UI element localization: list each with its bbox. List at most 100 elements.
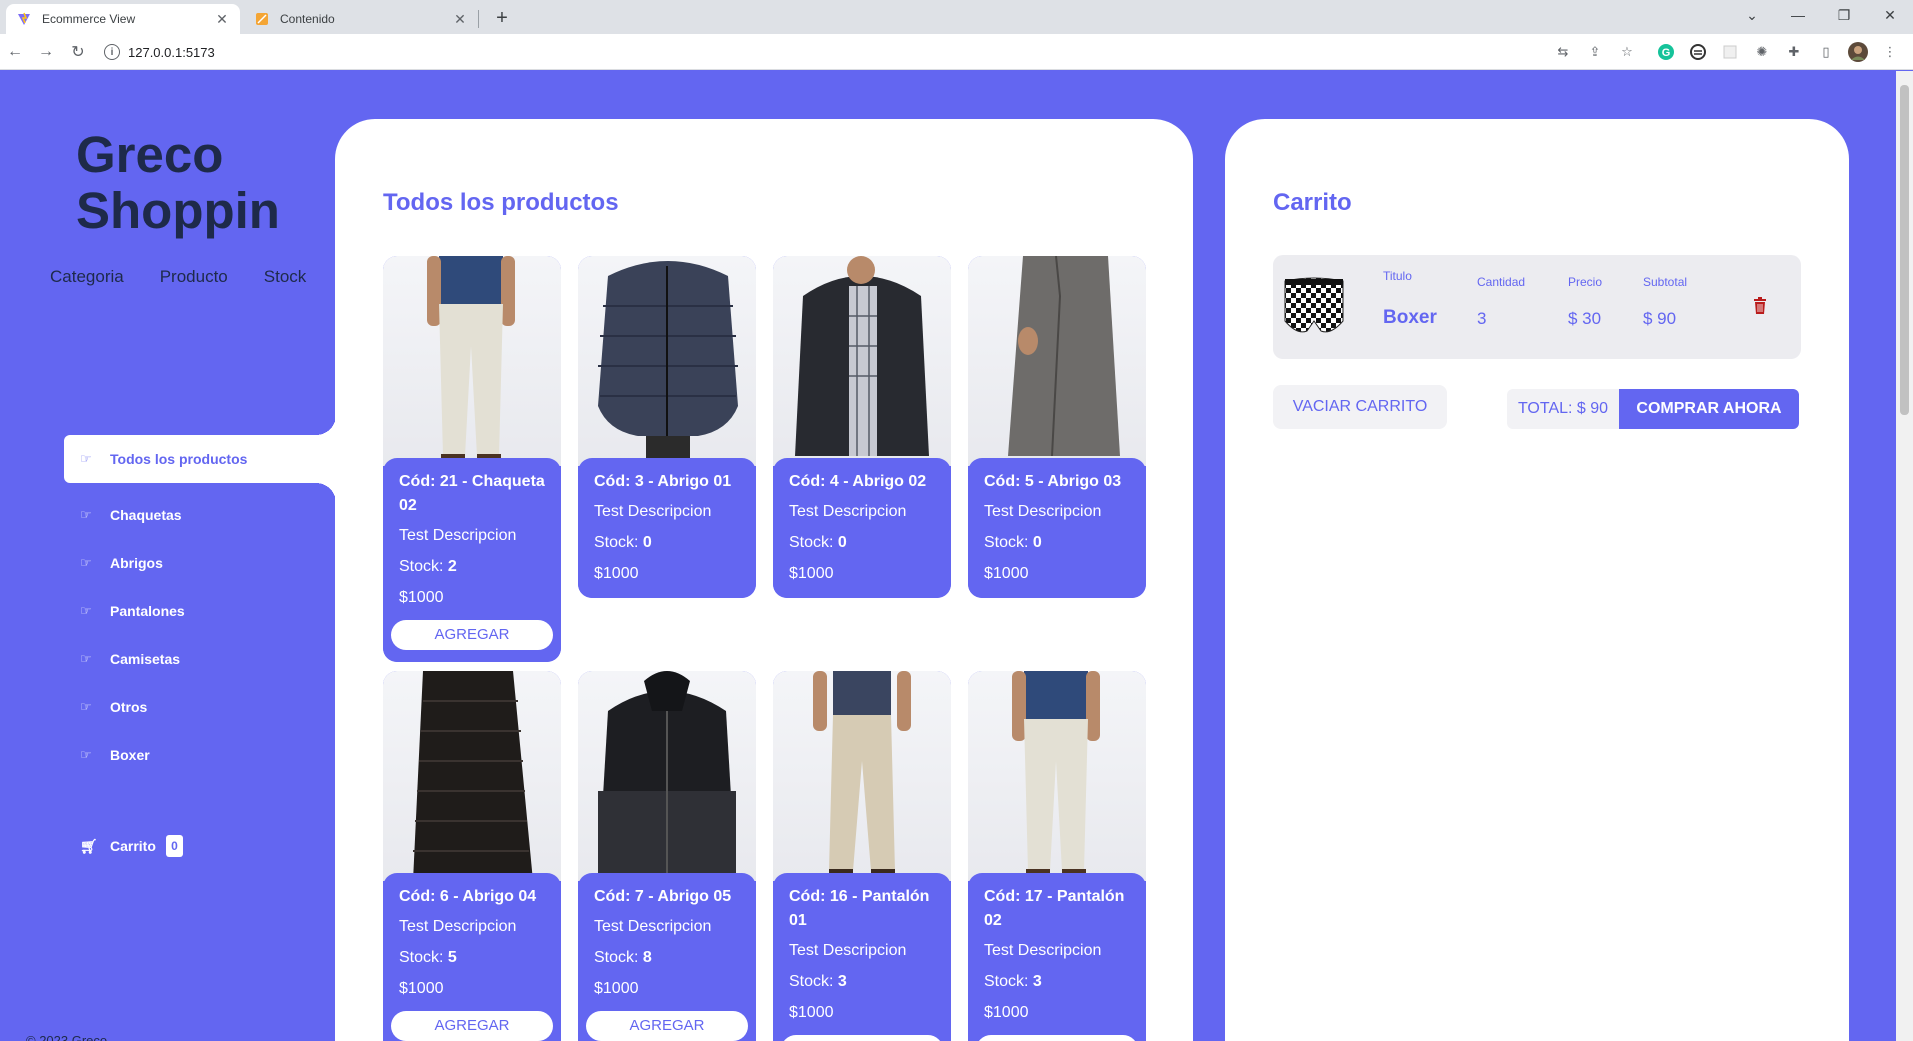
product-info: Cód: 21 - Chaqueta 02 Test Descripcion S… (383, 458, 561, 662)
extensions-puzzle-icon[interactable]: ✚ (1784, 42, 1804, 62)
product-description: Test Descripcion (789, 503, 907, 520)
nav-stock[interactable]: Stock (264, 267, 307, 287)
product-code: Cód: 4 - Abrigo 02 (789, 473, 927, 490)
add-to-cart-button[interactable]: AGREGAR (391, 1011, 553, 1041)
product-image (968, 256, 1146, 466)
product-description: Test Descripcion (594, 503, 712, 520)
close-tab-icon[interactable]: ✕ (214, 11, 230, 28)
product-description: Test Descripcion (399, 918, 517, 935)
cart-item-row: Titulo Boxer Cantidad 3 Precio $ 30 Subt… (1273, 255, 1801, 359)
extension-icon[interactable] (1688, 42, 1708, 62)
restore-icon[interactable]: ❐ (1821, 0, 1867, 30)
product-image (383, 256, 561, 466)
pointing-hand-icon: ☞ (80, 651, 92, 666)
footer-copyright: © 2023 Greco (26, 1033, 108, 1041)
page-scrollbar[interactable] (1896, 71, 1913, 1041)
product-description: Test Descripcion (399, 527, 517, 544)
url-text: 127.0.0.1:5173 (128, 44, 215, 60)
back-icon[interactable]: ← (3, 40, 27, 64)
cart-item-image (1284, 277, 1344, 333)
sidebar-item-pantalones[interactable]: ☞ Pantalones (64, 587, 334, 635)
sidebar-item-otros[interactable]: ☞ Otros (64, 683, 334, 731)
products-panel: Todos los productos Cód: 21 - Chaqueta 0… (335, 119, 1193, 1041)
share-icon[interactable]: ⇪ (1585, 42, 1605, 62)
product-code: Cód: 16 - Pantalón 01 (789, 888, 930, 929)
product-image (578, 671, 756, 881)
pointing-hand-icon: ☞ (80, 747, 92, 762)
profile-avatar[interactable] (1848, 42, 1868, 62)
translate-icon[interactable]: ⇆ (1553, 42, 1573, 62)
svg-text:G: G (1662, 47, 1671, 59)
buy-now-button[interactable]: COMPRAR AHORA (1619, 389, 1799, 429)
new-tab-icon[interactable]: + (490, 6, 514, 30)
sidebar-item-boxer[interactable]: ☞ Boxer (64, 731, 334, 779)
sidebar-item-todos[interactable]: ☞ Todos los productos (64, 415, 336, 503)
pointing-hand-icon: ☞ (80, 555, 92, 570)
product-stock: Stock: 3 (984, 973, 1042, 990)
close-tab-icon[interactable]: ✕ (452, 11, 468, 28)
add-to-cart-button[interactable]: AGREGAR (781, 1035, 943, 1041)
tab-contenido[interactable]: Contenido ✕ (244, 4, 478, 34)
product-stock: Stock: 0 (594, 534, 652, 551)
product-stock: Stock: 0 (789, 534, 847, 551)
product-code: Cód: 17 - Pantalón 02 (984, 888, 1125, 929)
cart-panel: Carrito Titulo Boxer Cantidad 3 Precio $… (1225, 119, 1849, 1041)
add-to-cart-button[interactable]: AGREGAR (391, 620, 553, 650)
total-value: $ 90 (1576, 400, 1609, 417)
product-image (578, 256, 756, 466)
sidebar-item-label: Abrigos (110, 555, 163, 571)
brand-title: Greco Shoppin (76, 126, 280, 239)
forward-icon[interactable]: → (34, 40, 58, 64)
tab-search-icon[interactable]: ⌄ (1729, 0, 1775, 30)
extension-blank-icon[interactable] (1720, 42, 1740, 62)
sidebar-item-label: Boxer (110, 747, 150, 763)
sidebar-cart-link[interactable]: 🛒︎ Carrito 0 (80, 835, 183, 857)
product-price: $1000 (594, 565, 639, 582)
side-panel-icon[interactable]: ▯ (1816, 42, 1836, 62)
app-root: Greco Shoppin Categoria Producto Stock ☞… (0, 71, 1896, 1041)
product-stock: Stock: 2 (399, 558, 457, 575)
tab-title: Ecommerce View (42, 12, 136, 26)
total-box: TOTAL: $ 90 COMPRAR AHORA (1507, 389, 1799, 429)
product-card: Cód: 3 - Abrigo 01 Test Descripcion Stoc… (578, 256, 756, 598)
product-info: Cód: 7 - Abrigo 05 Test Descripcion Stoc… (578, 873, 756, 1041)
product-image (968, 671, 1146, 881)
total-label: TOTAL: (1517, 400, 1573, 417)
add-to-cart-button[interactable]: AGREGAR (976, 1035, 1138, 1041)
cart-item-price: $ 30 (1568, 309, 1602, 328)
sidebar-item-chaquetas[interactable]: ☞ Chaquetas (64, 491, 334, 539)
trash-icon[interactable] (1753, 297, 1767, 315)
bug-extension-icon[interactable]: ✺ (1752, 42, 1772, 62)
product-info: Cód: 17 - Pantalón 02 Test Descripcion S… (968, 873, 1146, 1041)
reload-icon[interactable]: ↻ (66, 40, 90, 64)
tab-ecommerce-view[interactable]: Ecommerce View ✕ (6, 4, 240, 34)
close-window-icon[interactable]: ✕ (1867, 0, 1913, 30)
nav-categoria[interactable]: Categoria (50, 267, 124, 287)
add-to-cart-button[interactable]: AGREGAR (586, 1011, 748, 1041)
address-bar[interactable]: i 127.0.0.1:5173 (104, 38, 1524, 66)
bookmark-star-icon[interactable]: ☆ (1617, 42, 1637, 62)
cart-item-subtotal: $ 90 (1643, 309, 1677, 328)
grammarly-extension-icon[interactable]: G (1656, 42, 1676, 62)
cart-link-label: Carrito (110, 838, 156, 854)
minimize-icon[interactable]: — (1775, 0, 1821, 30)
cart-title: Carrito (1273, 189, 1352, 216)
product-price: $1000 (789, 1004, 834, 1021)
tab-title: Contenido (280, 12, 335, 26)
browser-menu-icon[interactable]: ⋮ (1880, 42, 1900, 62)
site-info-icon[interactable]: i (104, 44, 120, 60)
product-code: Cód: 5 - Abrigo 03 (984, 473, 1122, 490)
empty-cart-button[interactable]: VACIAR CARRITO (1273, 385, 1447, 429)
browser-tab-bar: Ecommerce View ✕ Contenido ✕ + ⌄ — ❐ ✕ (0, 0, 1913, 34)
products-title: Todos los productos (383, 189, 619, 216)
nav-producto[interactable]: Producto (160, 267, 228, 287)
sidebar-item-label: Camisetas (110, 651, 181, 667)
sidebar-item-abrigos[interactable]: ☞ Abrigos (64, 539, 334, 587)
top-nav: Categoria Producto Stock (50, 267, 306, 287)
sidebar-item-camisetas[interactable]: ☞ Camisetas (64, 635, 334, 683)
product-price: $1000 (984, 565, 1029, 582)
cart-header-qty: Cantidad (1477, 275, 1526, 289)
product-info: Cód: 4 - Abrigo 02 Test Descripcion Stoc… (773, 458, 951, 598)
scrollbar-thumb[interactable] (1900, 85, 1909, 415)
product-stock: Stock: 3 (789, 973, 847, 990)
